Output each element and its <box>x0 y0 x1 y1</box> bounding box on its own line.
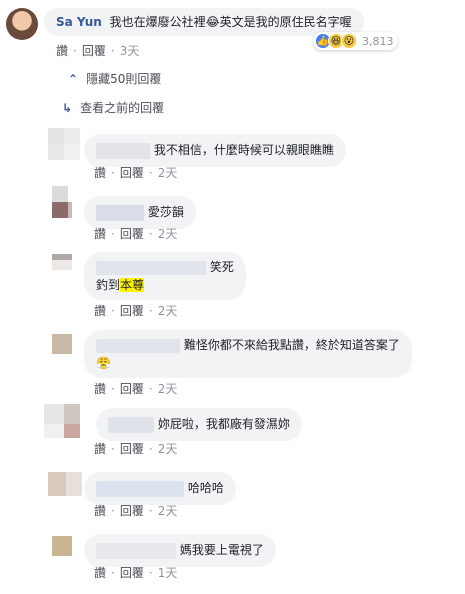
blurred-author-name[interactable] <box>96 480 184 497</box>
like-link[interactable]: 讚 <box>94 566 106 580</box>
reply-actions: 讚 · 回覆 · 2天 <box>94 304 178 318</box>
reply-text: 愛莎韻 <box>147 205 184 219</box>
chevron-up-icon: ⌃ <box>68 72 79 86</box>
like-link[interactable]: 讚 <box>94 166 106 180</box>
reply-link[interactable]: 回覆 <box>120 227 144 241</box>
reply-bubble: 哈哈哈 <box>84 472 236 505</box>
reply-text-line2: 釣到 <box>96 278 121 292</box>
reply-actions: 讚 · 回覆 · 1天 <box>94 566 178 580</box>
blurred-author-name[interactable] <box>96 204 144 221</box>
reply-bubble: 媽我要上電視了 <box>84 534 276 567</box>
timestamp[interactable]: 1天 <box>158 566 178 580</box>
hide-replies-label: 隱藏50則回覆 <box>86 72 162 86</box>
top-comment-actions: 讚 · 回覆 · 3天 <box>56 44 140 58</box>
reply-link[interactable]: 回覆 <box>120 442 144 456</box>
reply-text: 媽我要上電視了 <box>179 543 264 557</box>
emoji: 😤 <box>96 356 111 370</box>
timestamp[interactable]: 2天 <box>158 382 178 396</box>
like-link[interactable]: 讚 <box>94 504 106 518</box>
timestamp[interactable]: 2天 <box>158 304 178 318</box>
reply-avatar[interactable] <box>52 254 84 286</box>
reply-bubble: 妳屁啦，我都廠有發濕妳 <box>96 408 302 441</box>
reply-bubble: 難怪你都不來給我點讚，終於知道答案了 😤 <box>84 330 412 378</box>
author-avatar[interactable] <box>6 8 38 40</box>
reply-text-line1: 笑死 <box>209 260 234 274</box>
reply-avatar[interactable] <box>52 536 84 568</box>
view-previous-link[interactable]: ↳ 查看之前的回覆 <box>62 99 164 116</box>
timestamp[interactable]: 2天 <box>158 227 178 241</box>
reaction-count: 3,813 <box>362 34 394 48</box>
reaction-summary[interactable]: 👍 😆 😮 3,813 <box>313 32 398 50</box>
comment-text: 我也在爆廢公社裡😂英文是我的原住民名字喔 <box>109 15 352 29</box>
reply-link[interactable]: 回覆 <box>120 504 144 518</box>
highlighted-text: 本尊 <box>120 278 145 292</box>
author-name[interactable]: Sa Yun <box>56 15 102 29</box>
blurred-author-name[interactable] <box>96 260 206 275</box>
reply-link[interactable]: 回覆 <box>120 166 144 180</box>
reply-arrow-icon: ↳ <box>62 101 73 115</box>
reply-text: 我不相信，什麼時候可以親眼瞧瞧 <box>153 143 334 157</box>
reply-text: 難怪你都不來給我點讚，終於知道答案了 <box>183 338 400 352</box>
timestamp[interactable]: 2天 <box>158 442 178 456</box>
view-previous-label: 查看之前的回覆 <box>80 101 165 115</box>
reply-text: 妳屁啦，我都廠有發濕妳 <box>157 417 290 431</box>
reply-bubble: 愛莎韻 <box>84 196 196 229</box>
reply-bubble: 笑死 釣到本尊 <box>84 252 246 300</box>
reply-avatar[interactable] <box>52 186 84 218</box>
reply-avatar[interactable] <box>52 334 84 366</box>
like-link[interactable]: 讚 <box>56 44 68 58</box>
reply-link[interactable]: 回覆 <box>120 566 144 580</box>
blurred-author-name[interactable] <box>96 542 176 559</box>
like-link[interactable]: 讚 <box>94 304 106 318</box>
timestamp[interactable]: 3天 <box>120 44 140 58</box>
wow-icon: 😮 <box>341 33 357 49</box>
like-link[interactable]: 讚 <box>94 227 106 241</box>
reply-avatar[interactable] <box>48 472 84 496</box>
like-link[interactable]: 讚 <box>94 382 106 396</box>
reply-actions: 讚 · 回覆 · 2天 <box>94 382 178 396</box>
reply-link[interactable]: 回覆 <box>82 44 106 58</box>
reply-link[interactable]: 回覆 <box>120 382 144 396</box>
reply-avatar[interactable] <box>44 404 84 438</box>
reply-text: 哈哈哈 <box>187 481 224 495</box>
timestamp[interactable]: 2天 <box>158 166 178 180</box>
reply-actions: 讚 · 回覆 · 2天 <box>94 166 178 180</box>
timestamp[interactable]: 2天 <box>158 504 178 518</box>
reply-bubble: 我不相信，什麼時候可以親眼瞧瞧 <box>84 134 346 167</box>
reply-actions: 讚 · 回覆 · 2天 <box>94 504 178 518</box>
reply-actions: 讚 · 回覆 · 2天 <box>94 442 178 456</box>
top-comment-bubble: Sa Yun 我也在爆廢公社裡😂英文是我的原住民名字喔 <box>44 8 364 36</box>
reply-link[interactable]: 回覆 <box>120 304 144 318</box>
blurred-author-name[interactable] <box>96 142 150 159</box>
like-link[interactable]: 讚 <box>94 442 106 456</box>
hide-replies-link[interactable]: ⌃ 隱藏50則回覆 <box>68 70 161 87</box>
reply-actions: 讚 · 回覆 · 2天 <box>94 227 178 241</box>
reply-avatar[interactable] <box>48 128 80 160</box>
blurred-author-name[interactable] <box>96 338 180 353</box>
blurred-author-name[interactable] <box>108 416 154 433</box>
